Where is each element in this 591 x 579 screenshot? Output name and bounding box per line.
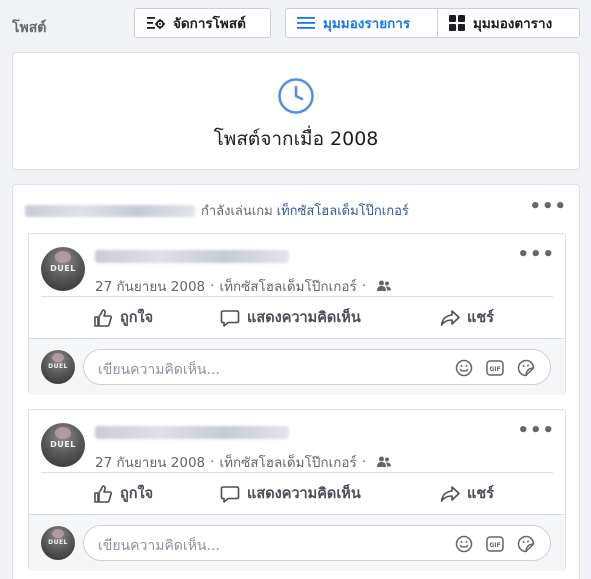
comment-icon <box>220 308 240 328</box>
list-view-label: มุมมองรายการ <box>323 16 411 32</box>
like-label: ถูกใจ <box>120 486 154 502</box>
thumbs-up-icon <box>93 308 113 328</box>
comment-label: แสดงความคิดเห็น <box>247 310 361 326</box>
manage-posts-label: จัดการโพสต์ <box>173 16 246 32</box>
activity-header: กำลังเล่นเกม เท็กซัสโฮลเด็มโป๊กเกอร์ <box>25 200 409 221</box>
share-label: แชร์ <box>467 486 494 502</box>
year-title: โพสต์จากเมื่อ 2008 <box>213 128 379 150</box>
friends-icon[interactable] <box>377 280 392 292</box>
post-options-icon[interactable]: ••• <box>517 422 555 440</box>
post-meta: 27 กันยายน 2008 · เท็กซัสโฮลเด็มโป๊กเกอร… <box>95 451 392 473</box>
more-options-icon[interactable]: ••• <box>529 198 567 216</box>
emoji-icon[interactable] <box>454 534 474 554</box>
share-button[interactable]: แชร์ <box>440 306 494 329</box>
comment-input[interactable]: เขียนความคิดเห็น... GIF <box>83 525 551 561</box>
comment-row: DUEL เขียนความคิดเห็น... GIF <box>29 339 565 395</box>
comment-placeholder: เขียนความคิดเห็น... <box>98 362 220 378</box>
divider <box>41 472 553 473</box>
svg-text:GIF: GIF <box>489 366 500 373</box>
share-icon <box>440 484 460 504</box>
grid-view-button[interactable]: มุมมองตาราง <box>437 8 580 38</box>
thumbs-up-icon <box>93 484 113 504</box>
svg-text:GIF: GIF <box>489 542 500 549</box>
post-options-icon[interactable]: ••• <box>517 246 555 264</box>
game-link[interactable]: เท็กซัสโฮลเด็มโป๊กเกอร์ <box>277 200 409 221</box>
share-label: แชร์ <box>467 310 494 326</box>
post-date[interactable]: 27 กันยายน 2008 <box>95 451 205 473</box>
post-app[interactable]: เท็กซัสโฮลเด็มโป๊กเกอร์ <box>219 451 356 473</box>
post-card: DUEL 27 กันยายน 2008 · เท็กซัสโฮลเด็มโป๊… <box>28 409 566 571</box>
post-date[interactable]: 27 กันยายน 2008 <box>95 275 205 297</box>
post-meta: 27 กันยายน 2008 · เท็กซัสโฮลเด็มโป๊กเกอร… <box>95 275 392 297</box>
comment-button[interactable]: แสดงความคิดเห็น <box>220 306 361 329</box>
settings-list-icon <box>147 16 165 30</box>
sticker-icon[interactable] <box>516 534 536 554</box>
avatar[interactable]: DUEL <box>41 423 85 467</box>
comment-label: แสดงความคิดเห็น <box>247 486 361 502</box>
my-avatar: DUEL <box>41 526 75 560</box>
year-card: โพสต์จากเมื่อ 2008 <box>12 52 580 170</box>
like-button[interactable]: ถูกใจ <box>93 306 153 329</box>
post-actions: ถูกใจ แสดงความคิดเห็น แชร์ <box>29 482 567 508</box>
friends-icon[interactable] <box>377 456 392 468</box>
like-button[interactable]: ถูกใจ <box>93 482 153 505</box>
list-icon <box>297 16 315 30</box>
comment-placeholder: เขียนความคิดเห็น... <box>98 538 220 554</box>
comment-input[interactable]: เขียนความคิดเห็น... GIF <box>83 349 551 385</box>
grid-icon <box>449 15 465 31</box>
emoji-icon[interactable] <box>454 358 474 378</box>
blurred-user-name <box>25 204 195 217</box>
gif-icon[interactable]: GIF <box>485 358 505 378</box>
share-button[interactable]: แชร์ <box>440 482 494 505</box>
comment-icon <box>220 484 240 504</box>
my-avatar: DUEL <box>41 350 75 384</box>
comment-row: DUEL เขียนความคิดเห็น... GIF <box>29 515 565 571</box>
share-icon <box>440 308 460 328</box>
divider <box>41 296 553 297</box>
list-view-button[interactable]: มุมมองรายการ <box>285 8 438 38</box>
post-actions: ถูกใจ แสดงความคิดเห็น แชร์ <box>29 306 567 332</box>
sticker-icon[interactable] <box>516 358 536 378</box>
activity-text: กำลังเล่นเกม <box>201 204 273 219</box>
clock-icon <box>277 77 315 119</box>
section-title: โพสต์ <box>12 20 47 36</box>
top-bar: โพสต์ จัดการโพสต์ มุมมองรายการ มุมมองตาร… <box>0 0 591 52</box>
manage-posts-button[interactable]: จัดการโพสต์ <box>134 8 271 38</box>
blurred-post-author[interactable] <box>95 250 289 263</box>
like-label: ถูกใจ <box>120 310 154 326</box>
gif-icon[interactable]: GIF <box>485 534 505 554</box>
activity-feed-card: กำลังเล่นเกม เท็กซัสโฮลเด็มโป๊กเกอร์ •••… <box>12 184 580 579</box>
avatar[interactable]: DUEL <box>41 247 85 291</box>
post-app[interactable]: เท็กซัสโฮลเด็มโป๊กเกอร์ <box>219 275 356 297</box>
post-card: DUEL 27 กันยายน 2008 · เท็กซัสโฮลเด็มโป๊… <box>28 233 566 395</box>
grid-view-label: มุมมองตาราง <box>473 16 553 32</box>
blurred-post-author[interactable] <box>95 426 289 439</box>
comment-button[interactable]: แสดงความคิดเห็น <box>220 482 361 505</box>
